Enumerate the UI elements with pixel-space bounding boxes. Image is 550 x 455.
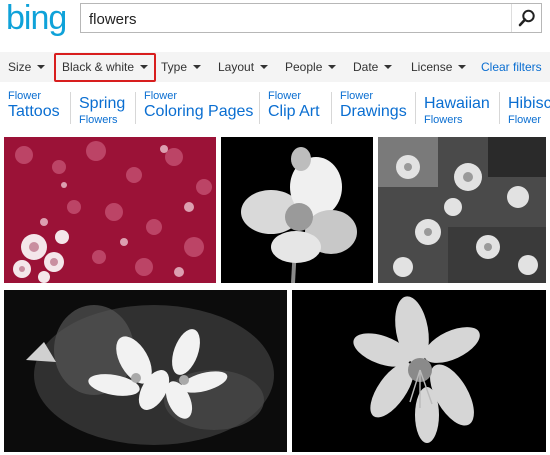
related-line-small: Flower xyxy=(144,90,178,102)
filter-label: Size xyxy=(8,60,32,74)
filter-people[interactable]: People xyxy=(285,52,337,82)
pink-flowers-image xyxy=(4,137,216,283)
filter-label: Type xyxy=(161,60,188,74)
separator xyxy=(259,92,260,124)
separator xyxy=(499,92,500,124)
separator xyxy=(70,92,71,124)
filter-label: Date xyxy=(353,60,379,74)
related-hibiscus-flower[interactable]: Hibisc Flower xyxy=(499,90,550,126)
related-line-small: Flower xyxy=(268,90,302,102)
image-result-white-lily-black[interactable] xyxy=(292,290,546,452)
image-result-white-lilies-dark[interactable] xyxy=(4,290,287,452)
caret-down-icon xyxy=(140,64,149,69)
caret-down-icon xyxy=(193,64,202,69)
caret-down-icon xyxy=(260,64,269,69)
filter-layout[interactable]: Layout xyxy=(218,52,269,82)
related-line-big: Tattoos xyxy=(8,103,60,120)
search-box[interactable] xyxy=(80,3,542,33)
image-result-grey-flower-collage[interactable] xyxy=(378,137,546,283)
filter-type[interactable]: Type xyxy=(161,52,202,82)
related-line-big: Hawaiian xyxy=(424,95,490,112)
related-line-small: Flower xyxy=(340,90,374,102)
related-line-big: Drawings xyxy=(340,103,407,120)
related-spring-flowers[interactable]: Spring Flowers xyxy=(70,90,125,126)
collage-image xyxy=(378,137,546,283)
image-result-white-gladiolus[interactable] xyxy=(221,137,373,283)
separator xyxy=(415,92,416,124)
search-icon xyxy=(518,9,535,27)
filter-bar: Size Black & white Type Layout People Da… xyxy=(0,52,550,82)
header: bing xyxy=(0,0,550,46)
filter-label: Black & white xyxy=(62,60,135,74)
bing-logo[interactable]: bing xyxy=(6,0,67,36)
related-line-small: Flower xyxy=(8,90,42,102)
related-line-small: Flowers xyxy=(424,114,463,126)
search-button[interactable] xyxy=(511,4,541,32)
related-line-big: Clip Art xyxy=(268,103,320,120)
related-line-big: Spring xyxy=(79,95,126,112)
related-flower-coloring-pages[interactable]: Flower Coloring Pages xyxy=(135,90,253,126)
caret-down-icon xyxy=(37,64,46,69)
filter-date[interactable]: Date xyxy=(353,52,393,82)
filter-label: License xyxy=(411,60,453,74)
filter-license[interactable]: License xyxy=(411,52,467,82)
search-input[interactable] xyxy=(89,9,499,29)
clear-filters-link[interactable]: Clear filters xyxy=(481,52,542,82)
lily-image xyxy=(292,290,546,452)
related-searches: Flower Tattoos Spring Flowers Flower Col… xyxy=(0,90,550,128)
related-flower-tattoos[interactable]: Flower Tattoos xyxy=(8,90,60,126)
image-result-pink-floral-pattern[interactable] xyxy=(4,137,216,283)
related-line-big: Coloring Pages xyxy=(144,103,254,120)
filter-label: People xyxy=(285,60,323,74)
related-flower-drawings[interactable]: Flower Drawings xyxy=(331,90,407,126)
related-line-big: Hibisc xyxy=(508,95,550,112)
caret-down-icon xyxy=(384,64,393,69)
related-line-small: Flowers xyxy=(79,114,118,126)
page: bing Size Black & white Type Layout Peop… xyxy=(0,0,550,455)
related-hawaiian-flowers[interactable]: Hawaiian Flowers xyxy=(415,90,490,126)
gladiolus-image xyxy=(221,137,373,283)
filter-size[interactable]: Size xyxy=(8,52,46,82)
caret-down-icon xyxy=(458,64,467,69)
filter-label: Layout xyxy=(218,60,255,74)
caret-down-icon xyxy=(328,64,337,69)
filter-black-and-white[interactable]: Black & white xyxy=(54,53,157,82)
related-line-small: Flower xyxy=(508,114,542,126)
separator xyxy=(331,92,332,124)
separator xyxy=(135,92,136,124)
lilies-image xyxy=(4,290,287,452)
related-flower-clip-art[interactable]: Flower Clip Art xyxy=(259,90,320,126)
